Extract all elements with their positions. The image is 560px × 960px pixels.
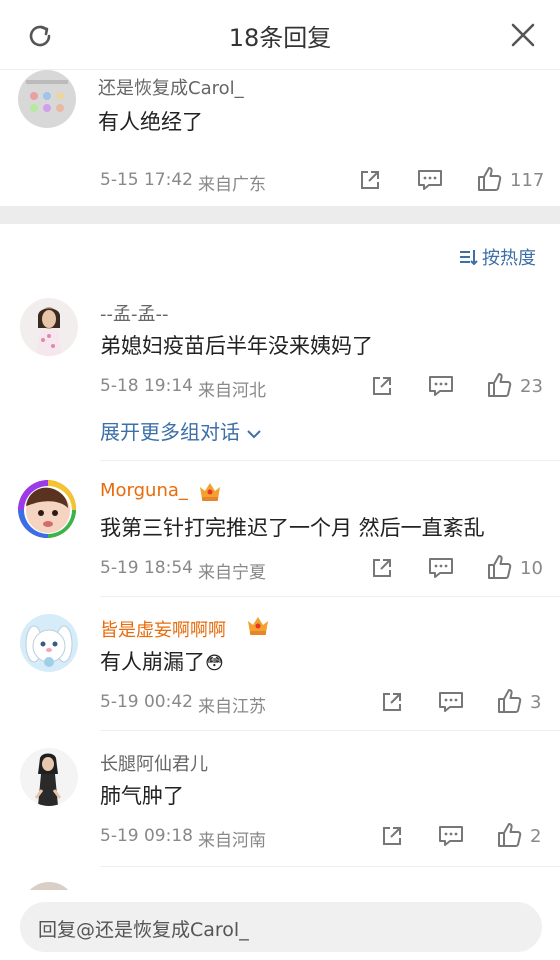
expand-conversation-link[interactable]: 展开更多组对话 [100,416,262,445]
like-icon[interactable] [496,822,522,848]
comment-text-body: 有人崩漏了 [100,650,205,674]
avatar[interactable] [20,614,78,672]
sort-button[interactable]: 按热度 [458,244,536,270]
expand-label: 展开更多组对话 [100,420,240,444]
like-icon[interactable] [486,372,512,398]
avatar[interactable] [20,748,78,806]
vip-crown-icon [200,483,220,501]
reply-input[interactable]: 回复@还是恢复成Carol_ [20,902,542,952]
divider [100,730,560,731]
comment-location: 来自河南 [198,831,266,851]
share-icon[interactable] [358,168,382,192]
comment-text: 我第三针打完推迟了一个月 然后一直紊乱 [100,516,485,540]
like-count: 23 [520,376,543,397]
like-count: 117 [510,170,545,191]
like-icon[interactable] [476,166,502,192]
like-count: 10 [520,558,543,579]
comment-time: 5-19 18:54 [100,558,193,578]
commenter-name[interactable]: 皆是虚妄啊啊啊 [100,616,226,642]
comment-icon[interactable] [428,556,454,580]
close-icon[interactable] [510,22,536,48]
avatar[interactable] [20,298,78,356]
comment-time: 5-18 19:14 [100,376,193,396]
commenter-name[interactable]: 长腿阿仙君儿 [100,750,208,776]
comment-text: 弟媳妇疫苗后半年没来姨妈了 [100,334,373,358]
divider [100,866,560,867]
commenter-name[interactable]: Morguna_ [100,480,188,501]
comment-icon[interactable] [438,690,464,714]
vip-crown-icon [248,617,268,635]
like-icon[interactable] [496,688,522,714]
flushed-emoji-icon: 😳 [205,653,224,674]
reply-placeholder: 回复@还是恢复成Carol_ [38,919,249,941]
share-icon[interactable] [370,374,394,398]
comment-text: 肺气肿了 [100,784,184,808]
header: 18条回复 [0,0,560,70]
comment-icon[interactable] [428,374,454,398]
divider [100,460,560,461]
comment-time: 5-15 17:42 [100,170,193,190]
chevron-down-icon [247,429,262,438]
sort-icon [460,250,478,266]
avatar[interactable] [18,480,76,538]
comment-icon[interactable] [438,824,464,848]
avatar[interactable] [18,70,76,128]
like-count: 2 [530,826,542,847]
commenter-name[interactable]: --孟-孟-- [100,300,168,326]
comment-time: 5-19 09:18 [100,826,193,846]
like-count: 3 [530,692,542,713]
sort-label: 按热度 [482,248,536,269]
comment-icon[interactable] [417,168,443,192]
like-icon[interactable] [486,554,512,580]
comment-text: 有人绝经了 [98,110,203,134]
page-title: 18条回复 [228,24,332,52]
commenter-name[interactable]: 还是恢复成Carol_ [98,74,244,100]
share-icon[interactable] [370,556,394,580]
share-icon[interactable] [380,824,404,848]
divider [100,596,560,597]
comment-location: 来自广东 [198,175,266,195]
comment-time: 5-19 00:42 [100,692,193,712]
comment-text: 有人崩漏了😳 [100,646,224,676]
section-divider [0,206,560,224]
comment-location: 来自河北 [198,381,266,401]
share-icon[interactable] [380,690,404,714]
comment-location: 来自宁夏 [198,563,266,583]
reply-bar: 回复@还是恢复成Carol_ [0,890,560,960]
comment-location: 来自江苏 [198,697,266,717]
